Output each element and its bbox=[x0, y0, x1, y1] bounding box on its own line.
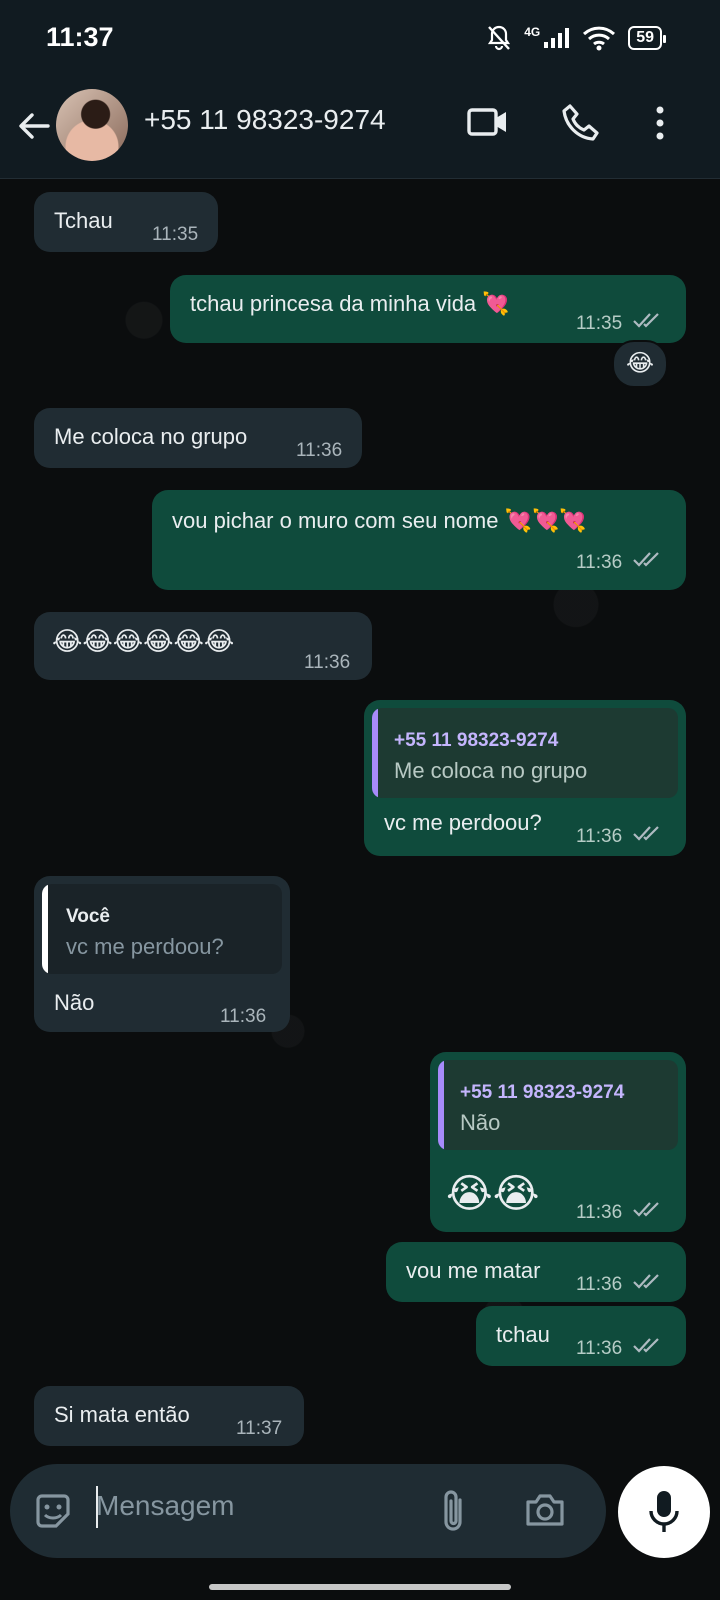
quoted-message[interactable]: +55 11 98323-9274 Não bbox=[438, 1060, 678, 1150]
read-receipt-icon bbox=[633, 313, 659, 328]
message-text: Me coloca no grupo bbox=[54, 424, 248, 449]
outgoing-message[interactable]: tchau princesa da minha vida 💘 11:35 bbox=[170, 275, 686, 343]
message-time: 11:36 bbox=[296, 440, 343, 461]
message-input[interactable]: Mensagem bbox=[96, 1490, 235, 1522]
message-text: vou me matar bbox=[406, 1258, 541, 1283]
status-icons: 4G 59 bbox=[486, 24, 666, 52]
video-call-icon[interactable] bbox=[466, 102, 510, 142]
message-time: 11:36 bbox=[576, 826, 623, 847]
bell-off-icon bbox=[488, 25, 511, 51]
contact-name[interactable]: +55 11 98323-9274 bbox=[144, 104, 386, 136]
back-arrow-icon[interactable] bbox=[16, 108, 52, 144]
camera-icon[interactable] bbox=[524, 1490, 566, 1530]
outgoing-message[interactable]: +55 11 98323-9274 Não 😭😭 11:36 bbox=[430, 1052, 686, 1232]
voice-message-button[interactable] bbox=[618, 1466, 710, 1558]
message-text: Si mata então bbox=[54, 1402, 190, 1427]
incoming-message[interactable]: Tchau 11:35 bbox=[34, 192, 218, 252]
attach-icon[interactable] bbox=[438, 1488, 468, 1534]
message-text: Tchau bbox=[54, 208, 113, 233]
read-receipt-icon bbox=[633, 1338, 659, 1353]
quote-author: Você bbox=[66, 906, 111, 927]
quote-text: vc me perdoou? bbox=[66, 934, 224, 959]
quoted-message[interactable]: +55 11 98323-9274 Me coloca no grupo bbox=[372, 708, 678, 798]
message-text: 😂😂😂😂😂😂 bbox=[52, 626, 235, 656]
message-text: tchau bbox=[496, 1322, 550, 1347]
outgoing-message[interactable]: tchau 11:36 bbox=[476, 1306, 686, 1366]
message-reaction[interactable]: 😂 bbox=[612, 340, 668, 388]
message-time: 11:36 bbox=[576, 1202, 623, 1223]
read-receipt-icon bbox=[633, 1202, 659, 1217]
message-text: Não bbox=[54, 990, 95, 1015]
quote-text: Não bbox=[460, 1110, 501, 1135]
quote-author: +55 11 98323-9274 bbox=[460, 1082, 625, 1103]
outgoing-message[interactable]: vou me matar 11:36 bbox=[386, 1242, 686, 1302]
contact-avatar[interactable] bbox=[56, 89, 128, 161]
message-time: 11:36 bbox=[576, 1338, 623, 1359]
message-time: 11:36 bbox=[576, 1274, 623, 1295]
message-text: vc me perdoou? bbox=[384, 810, 542, 835]
message-time: 11:37 bbox=[236, 1418, 283, 1439]
quote-text: Me coloca no grupo bbox=[394, 758, 588, 783]
status-time: 11:37 bbox=[46, 22, 114, 52]
chat-header: +55 11 98323-9274 bbox=[0, 78, 720, 179]
read-receipt-icon bbox=[633, 826, 659, 841]
outgoing-message[interactable]: vou pichar o muro com seu nome 💘💘💘 11:36 bbox=[152, 490, 686, 590]
message-time: 11:36 bbox=[220, 1006, 267, 1027]
message-text: vou pichar o muro com seu nome 💘💘💘 bbox=[172, 508, 587, 533]
outgoing-message[interactable]: +55 11 98323-9274 Me coloca no grupo vc … bbox=[364, 700, 686, 856]
cell-signal-icon bbox=[544, 28, 570, 48]
quote-bar bbox=[438, 1060, 444, 1150]
message-time: 11:35 bbox=[576, 313, 623, 334]
read-receipt-icon bbox=[633, 552, 659, 567]
message-composer: Mensagem bbox=[10, 1464, 606, 1558]
message-text: tchau princesa da minha vida 💘 bbox=[190, 291, 510, 316]
quote-bar bbox=[42, 884, 48, 974]
battery-indicator: 59 bbox=[628, 26, 666, 50]
quoted-message[interactable]: Você vc me perdoou? bbox=[42, 884, 282, 974]
incoming-message[interactable]: Me coloca no grupo 11:36 bbox=[34, 408, 362, 468]
wifi-icon bbox=[583, 26, 616, 51]
message-time: 11:36 bbox=[576, 552, 623, 573]
sticker-icon[interactable] bbox=[32, 1490, 74, 1532]
message-time: 11:35 bbox=[152, 224, 199, 245]
quote-author: +55 11 98323-9274 bbox=[394, 730, 559, 751]
incoming-message[interactable]: Você vc me perdoou? Não 11:36 bbox=[34, 876, 290, 1032]
microphone-icon bbox=[649, 1491, 679, 1532]
read-receipt-icon bbox=[633, 1274, 659, 1289]
home-indicator bbox=[209, 1584, 511, 1590]
incoming-message[interactable]: Si mata então 11:37 bbox=[34, 1386, 304, 1446]
status-bar: 11:37 4G 59 bbox=[0, 0, 720, 78]
message-time: 11:36 bbox=[304, 652, 351, 673]
network-type: 4G bbox=[524, 25, 541, 39]
more-options-icon[interactable] bbox=[650, 102, 670, 144]
message-text: 😭😭 bbox=[446, 1172, 540, 1216]
quote-bar bbox=[372, 708, 378, 798]
phone-call-icon[interactable] bbox=[560, 102, 602, 144]
incoming-message[interactable]: 😂😂😂😂😂😂 11:36 bbox=[34, 612, 372, 680]
